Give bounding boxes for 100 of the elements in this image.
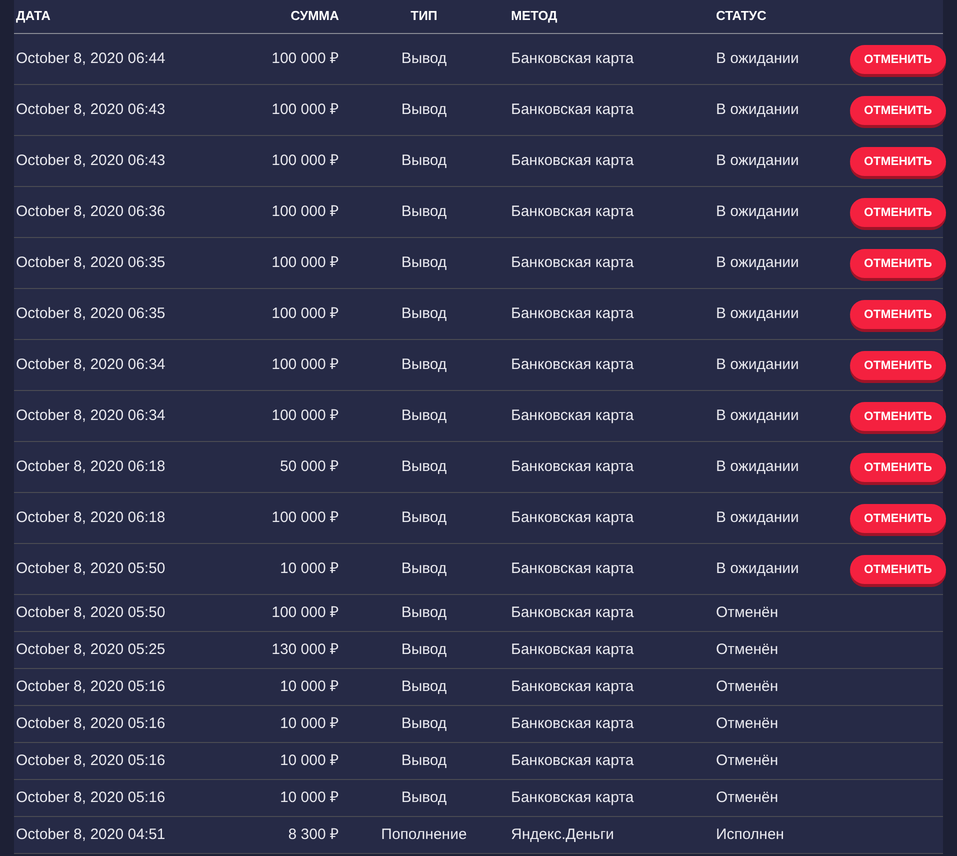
table-cell-text: 100 000 ₽ [270, 48, 340, 69]
cancel-button[interactable]: ОТМЕНИТЬ [850, 554, 946, 584]
table-cell-text: 10 000 ₽ [278, 788, 340, 808]
table-cell-text: В ожидании [715, 508, 800, 528]
table-cell-text: В ожидании [715, 354, 800, 375]
table-cell-text: В ожидании [715, 252, 800, 273]
table-cell-text: Яндекс.Деньги [510, 824, 616, 845]
table-cell-text: Банковская карта [510, 202, 635, 222]
cancel-button[interactable]: ОТМЕНИТЬ [850, 44, 946, 74]
column-header: СУММА [290, 6, 340, 25]
table-cell-text: Вывод [400, 456, 448, 477]
table-cell-text: Вывод [400, 150, 448, 171]
table-cell-text: 100 000 ₽ [270, 406, 340, 426]
table-cell-text: October 8, 2020 06:36 [15, 202, 166, 222]
table-cell-text: Банковская карта [510, 602, 635, 623]
table-cell-text: Отменён [715, 602, 780, 623]
table-cell-text: October 8, 2020 05:50 [15, 558, 166, 579]
table-cell-text: Банковская карта [510, 150, 635, 171]
table-cell-text: Вывод [400, 202, 448, 222]
table-cell-text: October 8, 2020 06:18 [15, 508, 166, 528]
table-cell-text: 100 000 ₽ [270, 304, 340, 324]
table-cell-text: Отменён [715, 676, 780, 697]
table-cell-text: В ожидании [715, 456, 800, 477]
table-cell-text: October 8, 2020 06:43 [15, 100, 166, 120]
cancel-button[interactable]: ОТМЕНИТЬ [850, 96, 946, 124]
table-cell-text: Вывод [400, 252, 448, 273]
table-cell-text: В ожидании [715, 202, 800, 222]
table-cell-text: В ожидании [715, 406, 800, 426]
table-cell-text: Вывод [400, 48, 448, 69]
cancel-button[interactable]: ОТМЕНИТЬ [850, 452, 946, 482]
table-cell-text: Вывод [400, 100, 448, 120]
table-cell-text: Вывод [400, 406, 448, 426]
cancel-button[interactable]: ОТМЕНИТЬ [850, 504, 946, 532]
table-cell-text: Банковская карта [510, 48, 635, 69]
table-cell-text: October 8, 2020 06:43 [15, 150, 166, 171]
table-cell-text: 100 000 ₽ [270, 252, 340, 273]
cancel-button[interactable]: ОТМЕНИТЬ [850, 146, 946, 176]
table-cell-text: В ожидании [715, 100, 800, 120]
table-cell-text: Отменён [715, 788, 780, 808]
table-cell-text: 10 000 ₽ [278, 750, 340, 771]
table-cell-text: October 8, 2020 05:16 [15, 750, 166, 771]
table-cell-text: Банковская карта [510, 676, 635, 697]
table-cell-text: Банковская карта [510, 252, 635, 273]
table-cell-text: Банковская карта [510, 456, 635, 477]
table-cell-text: 100 000 ₽ [270, 150, 340, 171]
table-cell-text: Вывод [400, 750, 448, 771]
column-header: ДАТА [15, 6, 52, 25]
table-cell-text: Вывод [400, 558, 448, 579]
table-cell-text: В ожидании [715, 150, 800, 171]
table-cell-text: Вывод [400, 508, 448, 528]
table-cell-text: October 8, 2020 05:16 [15, 714, 166, 734]
table-cell-text: Отменён [715, 640, 780, 660]
table-cell-text: 10 000 ₽ [278, 676, 340, 697]
table-cell-text: 130 000 ₽ [270, 640, 340, 660]
table-cell-text: October 8, 2020 06:34 [15, 406, 166, 426]
table-cell-text: October 8, 2020 05:50 [15, 602, 166, 623]
table-cell-text: October 8, 2020 06:35 [15, 252, 166, 273]
table-cell-text: В ожидании [715, 304, 800, 324]
column-header: СТАТУС [715, 6, 768, 25]
table-cell-text: Вывод [400, 676, 448, 697]
table-cell-text: Вывод [400, 354, 448, 375]
table-cell-text: Банковская карта [510, 304, 635, 324]
table-cell-text: October 8, 2020 06:44 [15, 48, 166, 69]
table-cell-text: Вывод [400, 640, 448, 660]
table-cell-text: Банковская карта [510, 354, 635, 375]
table-cell-text: Вывод [400, 602, 448, 623]
column-header: МЕТОД [510, 6, 558, 25]
cancel-button[interactable]: ОТМЕНИТЬ [850, 402, 946, 430]
table-cell-text: 50 000 ₽ [278, 456, 340, 477]
table-cell-text: Банковская карта [510, 750, 635, 771]
table-cell-text: 100 000 ₽ [270, 202, 340, 222]
table-cell-text: October 8, 2020 04:51 [15, 824, 166, 845]
cancel-button[interactable]: ОТМЕНИТЬ [850, 350, 946, 380]
table-cell-text: Отменён [715, 714, 780, 734]
table-cell-text: October 8, 2020 06:34 [15, 354, 166, 375]
table-cell-text: October 8, 2020 06:18 [15, 456, 166, 477]
table-cell-text: Банковская карта [510, 558, 635, 579]
cancel-button[interactable]: ОТМЕНИТЬ [850, 248, 946, 278]
table-cell-text: October 8, 2020 06:35 [15, 304, 166, 324]
table-cell-text: October 8, 2020 05:25 [15, 640, 166, 660]
table-cell-text: Банковская карта [510, 788, 635, 808]
table-cell-text: 100 000 ₽ [270, 100, 340, 120]
table-cell-text: 100 000 ₽ [270, 602, 340, 623]
table-cell-text: Банковская карта [510, 508, 635, 528]
table-cell-text: Исполнен [715, 824, 786, 845]
table-cell-text: Отменён [715, 750, 780, 771]
table-cell-text: Вывод [400, 788, 448, 808]
cancel-button[interactable]: ОТМЕНИТЬ [850, 198, 946, 226]
table-cell-text: October 8, 2020 05:16 [15, 788, 166, 808]
table-cell-text: Банковская карта [510, 406, 635, 426]
cancel-button[interactable]: ОТМЕНИТЬ [850, 300, 946, 328]
table-cell-text: October 8, 2020 05:16 [15, 676, 166, 697]
table-cell-text: Пополнение [380, 824, 468, 845]
table-cell-text: Банковская карта [510, 714, 635, 734]
table-cell-text: Вывод [400, 304, 448, 324]
table-cell-text: В ожидании [715, 48, 800, 69]
table-cell-text: В ожидании [715, 558, 800, 579]
table-cell-text: 100 000 ₽ [270, 508, 340, 528]
table-cell-text: 10 000 ₽ [278, 714, 340, 734]
column-header: ТИП [410, 6, 438, 25]
